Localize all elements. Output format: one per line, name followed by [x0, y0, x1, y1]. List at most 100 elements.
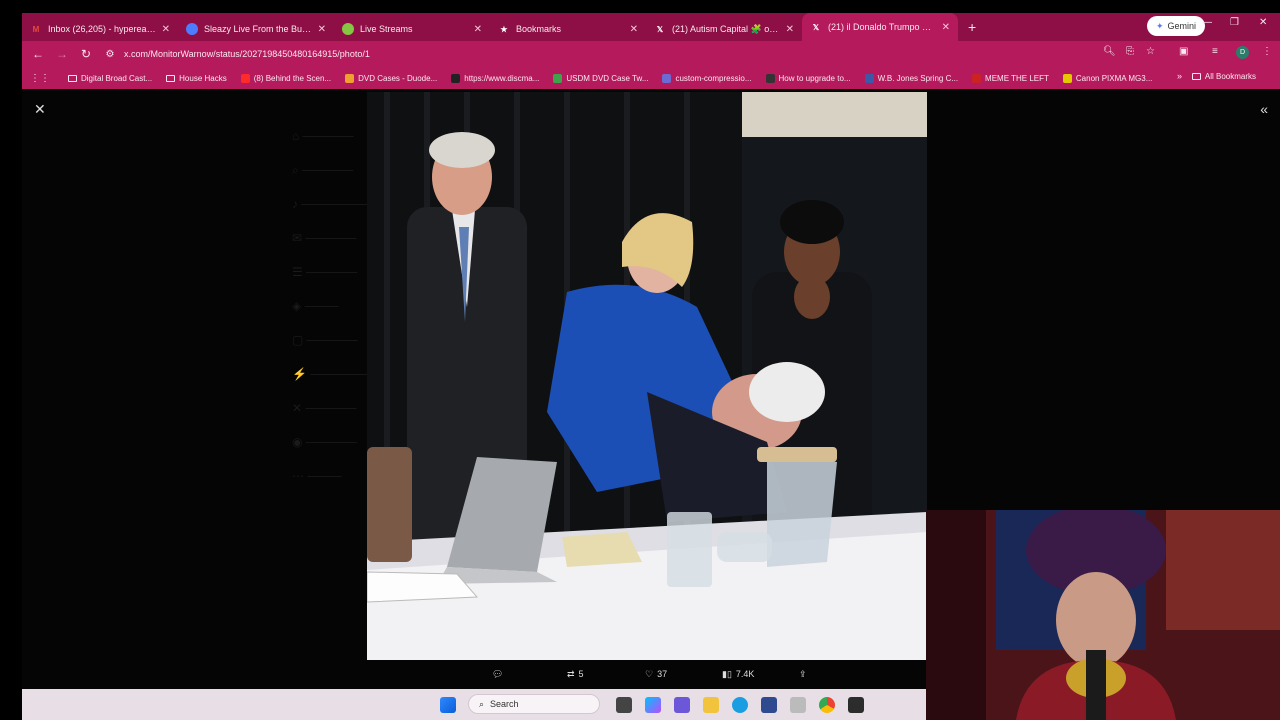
minimize-icon[interactable]: —	[1202, 17, 1212, 28]
repost-icon: ⇄	[567, 668, 575, 679]
more-bookmarks-icon[interactable]: »	[1177, 71, 1182, 81]
live-streams-icon	[342, 23, 354, 35]
bookmark-item[interactable]: W.B. Jones Spring C...	[864, 73, 959, 83]
tab-title: Inbox (26,205) - hyperealprod...	[48, 24, 156, 34]
bookmark-item[interactable]: MEME THE LEFT	[972, 73, 1049, 83]
tab-strip: MInbox (26,205) - hyperealprod...✕Sleazy…	[22, 13, 1280, 41]
close-tab-icon[interactable]: ✕	[942, 22, 950, 33]
share-icon: ⇪	[799, 668, 807, 679]
bookmark-item[interactable]: Digital Broad Cast...	[68, 74, 152, 83]
gemini-button[interactable]: ✦ Gemini	[1147, 16, 1206, 36]
bookmark-item[interactable]: DVD Cases - Duode...	[345, 73, 438, 83]
bookmark-label: House Hacks	[179, 73, 227, 83]
bookmark-item[interactable]: (8) Behind the Scen...	[240, 73, 331, 83]
bookmark-item[interactable]: House Hacks	[166, 74, 227, 83]
gmail-icon: M	[32, 24, 40, 34]
repost-button[interactable]: ⇄ 5	[567, 669, 584, 680]
close-tab-icon[interactable]: ✕	[474, 24, 482, 35]
restore-icon[interactable]: ❐	[1230, 17, 1239, 28]
forward-icon[interactable]: →	[50, 47, 74, 61]
gemini-label: Gemini	[1167, 21, 1197, 31]
browser-tab[interactable]: ★ Bookmarks ✕	[490, 17, 646, 41]
menu-icon[interactable]: ⋮	[1262, 46, 1272, 57]
bookmark-label: USDM DVD Case Tw...	[566, 73, 649, 83]
install-icon[interactable]: ⎘	[1126, 46, 1134, 57]
taskbar-search[interactable]: ⌕ Search	[468, 694, 600, 714]
photo-illustration	[367, 92, 927, 660]
x-icon: 𝕏	[812, 22, 820, 32]
close-tab-icon[interactable]: ✕	[162, 24, 170, 35]
apps-icon[interactable]: ⋮⋮	[30, 73, 50, 84]
media-controls-icon[interactable]: ≡	[1212, 46, 1218, 57]
store-icon[interactable]	[761, 697, 777, 713]
chrome-icon[interactable]	[819, 697, 835, 713]
view-count: 7.4K	[735, 669, 755, 679]
browser-tab[interactable]: 𝕏 (21) Autism Capital 🧩 on X: "... ✕	[646, 17, 802, 41]
site-icon	[662, 73, 672, 83]
bookmark-item[interactable]: custom-compressio...	[662, 73, 752, 83]
profile-avatar[interactable]: D	[1236, 46, 1249, 59]
reply-button[interactable]: 💬︎	[492, 669, 503, 680]
youtube-icon	[240, 73, 250, 83]
close-window-icon[interactable]: ✕	[1259, 17, 1267, 28]
collapse-replies-icon[interactable]: «	[1260, 101, 1268, 117]
obs-icon[interactable]	[848, 697, 864, 713]
browser-tab[interactable]: M Inbox (26,205) - hyperealprod... ✕	[22, 17, 178, 41]
reply-icon: 💬︎	[492, 668, 504, 679]
share-button[interactable]: ⇪	[799, 669, 807, 680]
views-button[interactable]: ▮▯ 7.4K	[722, 669, 754, 680]
folder-icon	[166, 74, 176, 82]
back-icon[interactable]: ←	[26, 47, 50, 61]
folder-icon	[1191, 73, 1201, 80]
site-icon	[451, 73, 461, 83]
like-button[interactable]: ♡ 37	[645, 669, 667, 680]
new-tab-button[interactable]: +	[968, 19, 976, 35]
tab-title: Sleazy Live From the Bunker 2/...	[204, 24, 312, 34]
site-settings-icon[interactable]: ⚙	[98, 49, 122, 60]
zoom-icon[interactable]: 🔍︎	[1103, 46, 1116, 57]
dimmed-background-nav: ⌂ ────── ⌕ ────── ♪ ──────── ✉ ────── ☰ ───…	[292, 129, 370, 483]
browser-tab[interactable]: Live Streams ✕	[334, 17, 490, 41]
tab-title: (21) Autism Capital 🧩 on X: "...	[672, 23, 780, 34]
bookmark-item[interactable]: Canon PIXMA MG3...	[1062, 73, 1152, 83]
task-view-icon[interactable]	[616, 697, 632, 713]
reload-icon[interactable]: ↻	[74, 47, 98, 61]
bookmark-label: custom-compressio...	[675, 73, 752, 83]
x-icon: 𝕏	[656, 24, 664, 34]
close-tab-icon[interactable]: ✕	[786, 24, 794, 35]
rumble-icon	[186, 23, 198, 35]
close-viewer-icon[interactable]: ✕	[34, 101, 46, 118]
tab-title: (21) il Donaldo Trumpo on X: "...	[828, 22, 936, 32]
search-icon: ⌕	[479, 698, 485, 709]
bookmark-label: DVD Cases - Duode...	[358, 73, 438, 83]
analytics-icon: ▮▯	[722, 668, 732, 679]
bookmark-label: W.B. Jones Spring C...	[877, 73, 959, 83]
tweet-actions-bar: 💬︎ ⇄ 5 ♡ 37 ▮▯ 7.4K ⇪	[367, 663, 927, 685]
file-explorer-icon[interactable]	[703, 697, 719, 713]
extensions-icon[interactable]: ▣	[1179, 46, 1188, 57]
heart-icon: ♡	[645, 668, 654, 679]
bookmark-label: https://www.discma...	[464, 73, 540, 83]
browser-tab[interactable]: Sleazy Live From the Bunker 2/... ✕	[178, 17, 334, 41]
site-icon	[765, 73, 775, 83]
tab-title: Bookmarks	[516, 24, 562, 34]
bookmark-item[interactable]: https://www.discma...	[451, 73, 540, 83]
url-text: x.com/MonitorWarnow/status/2027198450480…	[124, 49, 370, 59]
app-icon[interactable]	[790, 697, 806, 713]
bookmark-item[interactable]: USDM DVD Case Tw...	[553, 73, 649, 83]
windows-start-icon[interactable]	[440, 697, 456, 713]
bookmark-item[interactable]: How to upgrade to...	[765, 73, 851, 83]
browser-tab[interactable]: 𝕏 (21) il Donaldo Trumpo on X: "... ✕	[802, 13, 958, 41]
taskbar-search-label: Search	[490, 699, 519, 709]
edge-icon[interactable]	[732, 697, 748, 713]
copilot-icon[interactable]	[645, 697, 661, 713]
bookmark-label: Digital Broad Cast...	[81, 73, 153, 83]
bookmark-label: MEME THE LEFT	[985, 73, 1049, 83]
all-bookmarks-button[interactable]: All Bookmarks	[1191, 72, 1256, 81]
close-tab-icon[interactable]: ✕	[318, 24, 326, 35]
address-bar[interactable]: x.com/MonitorWarnow/status/2027198450480…	[124, 45, 370, 63]
close-tab-icon[interactable]: ✕	[630, 24, 638, 35]
webcam-overlay	[926, 510, 1280, 720]
teams-icon[interactable]	[674, 697, 690, 713]
bookmark-star-icon[interactable]: ☆	[1146, 46, 1155, 57]
